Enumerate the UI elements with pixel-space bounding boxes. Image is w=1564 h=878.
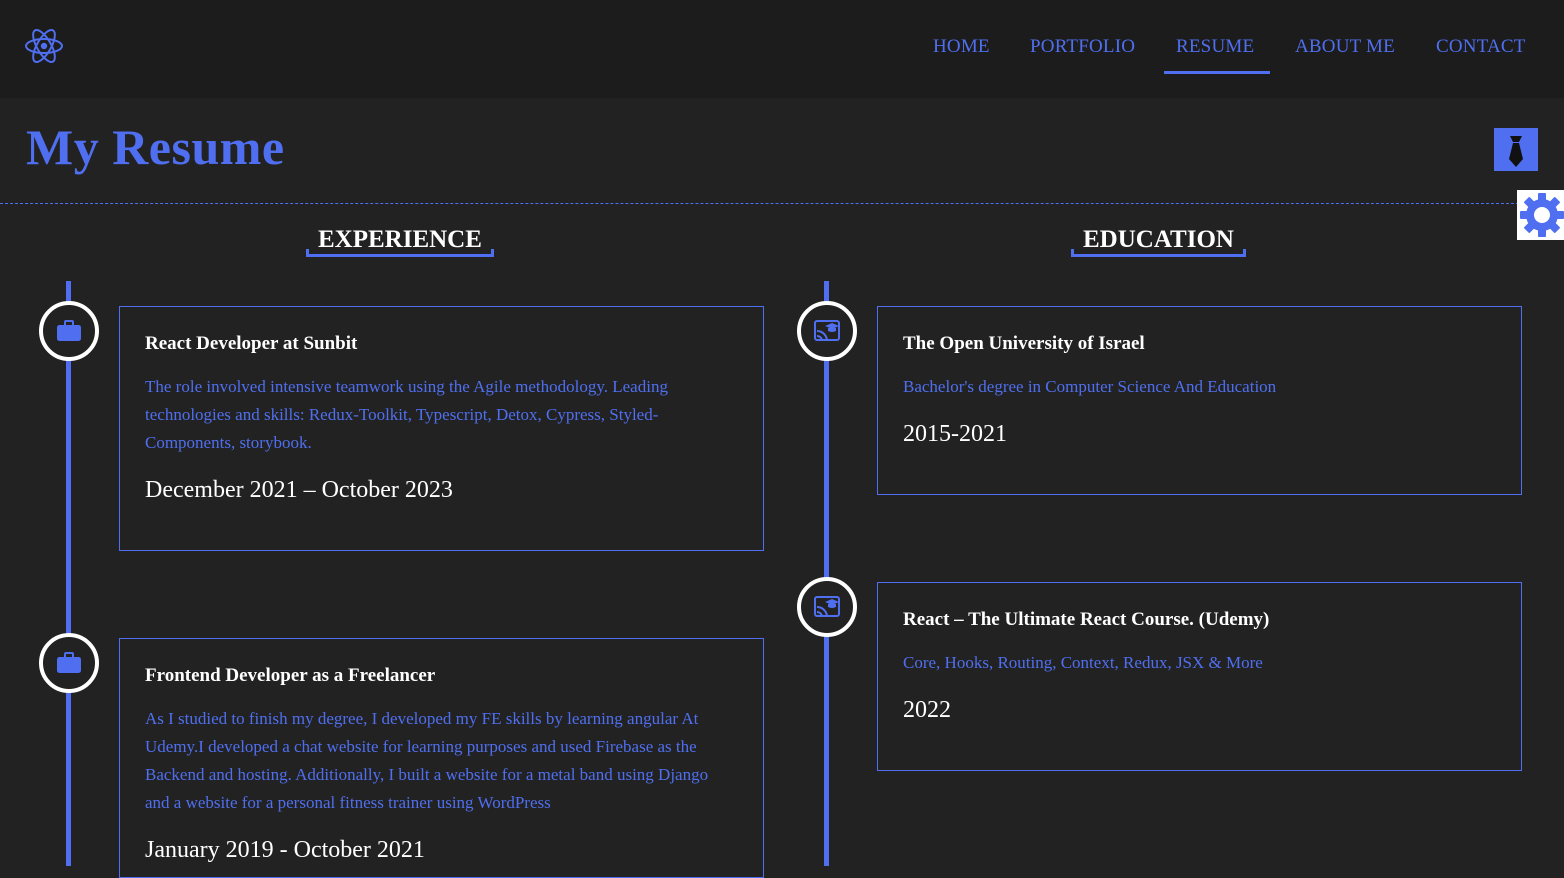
- experience-description: As I studied to finish my degree, I deve…: [145, 709, 709, 812]
- experience-card: React Developer at Sunbit The role invol…: [119, 306, 764, 551]
- header-divider: [0, 203, 1564, 204]
- resume-download-button[interactable]: [1494, 128, 1538, 171]
- education-node: [797, 301, 857, 361]
- education-heading: EDUCATION: [1071, 226, 1246, 257]
- experience-heading: EXPERIENCE: [306, 226, 494, 257]
- graduation-screen-icon: [814, 320, 840, 342]
- experience-title: React Developer at Sunbit: [145, 333, 358, 354]
- nav-portfolio-link[interactable]: PORTFOLIO: [1030, 36, 1135, 58]
- experience-node: [39, 633, 99, 693]
- experience-date: December 2021 – October 2023: [145, 477, 453, 503]
- nav-contact-link[interactable]: CONTACT: [1436, 36, 1526, 58]
- nav-about-link[interactable]: ABOUT ME: [1295, 36, 1395, 58]
- experience-date: January 2019 - October 2021: [145, 837, 425, 863]
- education-description: Core, Hooks, Routing, Context, Redux, JS…: [903, 653, 1263, 672]
- education-card: The Open University of Israel Bachelor's…: [877, 306, 1522, 495]
- education-date: 2015-2021: [903, 421, 1007, 447]
- experience-description: The role involved intensive teamwork usi…: [145, 377, 668, 452]
- react-atom-icon[interactable]: [24, 27, 64, 65]
- gear-icon: [1520, 193, 1564, 237]
- graduation-screen-icon: [814, 596, 840, 618]
- experience-card: Frontend Developer as a Freelancer As I …: [119, 638, 764, 878]
- education-title: React – The Ultimate React Course. (Udem…: [903, 609, 1270, 630]
- education-date: 2022: [903, 697, 951, 723]
- education-title: The Open University of Israel: [903, 333, 1145, 354]
- briefcase-icon: [57, 652, 81, 673]
- tie-icon: [1509, 136, 1523, 167]
- settings-button[interactable]: [1517, 190, 1564, 240]
- education-node: [797, 577, 857, 637]
- navbar: HOME PORTFOLIO RESUME ABOUT ME CONTACT: [0, 0, 1564, 98]
- education-description: Bachelor's degree in Computer Science An…: [903, 377, 1277, 396]
- nav-home-link[interactable]: HOME: [933, 36, 990, 58]
- education-card: React – The Ultimate React Course. (Udem…: [877, 582, 1522, 771]
- nav-resume-link[interactable]: RESUME: [1176, 36, 1254, 58]
- experience-node: [39, 301, 99, 361]
- briefcase-icon: [57, 320, 81, 341]
- page-title: My Resume: [26, 119, 285, 175]
- experience-timeline-line: [66, 281, 71, 866]
- active-nav-indicator: [1164, 71, 1270, 74]
- experience-title: Frontend Developer as a Freelancer: [145, 665, 436, 686]
- education-timeline-line: [824, 281, 829, 866]
